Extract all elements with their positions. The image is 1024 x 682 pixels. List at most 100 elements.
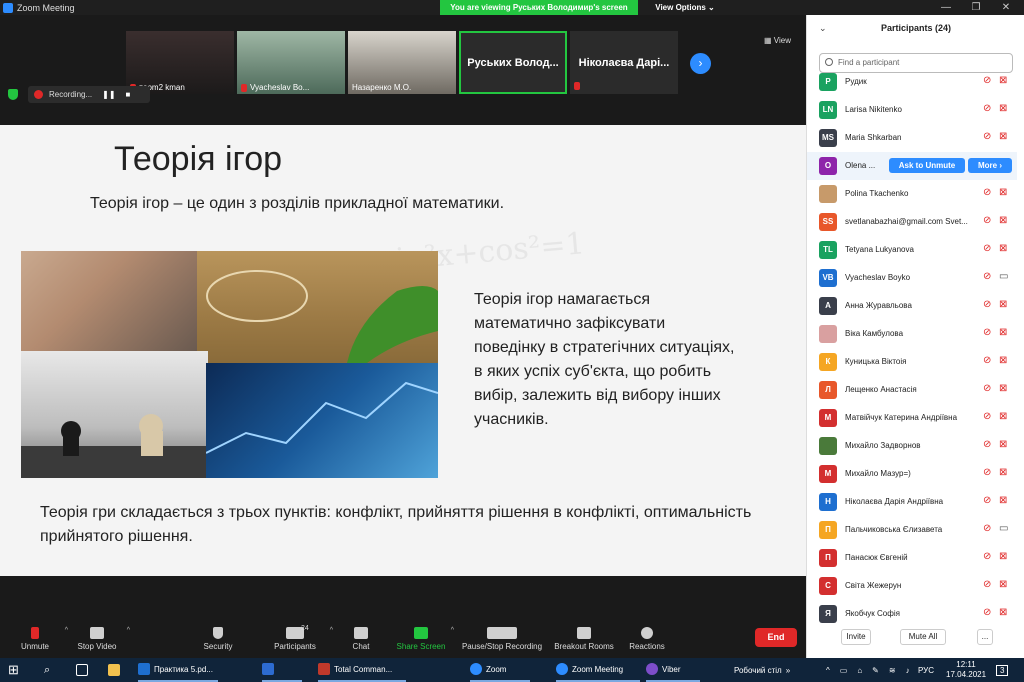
participants-button[interactable]: Participants 24 ^ [255,623,335,658]
participant-row[interactable]: Михайло Задворнов ⊘ ⊠ [807,432,1017,460]
edge-browser-icon [138,663,150,675]
wifi-icon[interactable]: ≋ [889,666,896,675]
reactions-button[interactable]: Reactions [612,623,682,658]
search-taskbar-button[interactable]: ⌕ [44,658,50,682]
task-view-button[interactable] [76,658,88,682]
participant-row[interactable]: С Світа Жежерун ⊘ ⊠ [807,572,1017,600]
participant-row[interactable]: MS Maria Shkarban ⊘ ⊠ [807,124,1017,152]
avatar: Л [819,381,837,399]
desktop-toolbar[interactable]: Робочий стіл » [734,658,790,682]
stop-video-button[interactable]: Stop Video ^ [62,623,132,658]
network-icon[interactable]: ⌂ [857,666,862,675]
participant-row[interactable]: П Панасюк Євгеній ⊘ ⊠ [807,544,1017,572]
participant-row[interactable]: Віка Камбулова ⊘ ⊠ [807,320,1017,348]
robot-face-image [21,251,197,351]
participant-row[interactable]: Polina Tkachenko ⊘ ⊠ [807,180,1017,208]
file-explorer-button[interactable] [108,658,120,682]
volume-icon[interactable]: ♪ [906,666,910,675]
participant-row[interactable]: O Olena ... Ask to Unmute More › [807,152,1017,180]
view-options-button[interactable]: View Options ⌄ [650,0,720,15]
participant-row[interactable]: TL Tetyana Lukyanova ⊘ ⊠ [807,236,1017,264]
avatar: TL [819,241,837,259]
mic-muted-icon: ⊘ [983,439,992,450]
video-on-icon: ▭ [999,271,1009,282]
participants-label: Participants [274,642,316,651]
video-thumbnail[interactable]: Vyacheslav Bo... [237,31,345,94]
more-button[interactable]: More › [968,158,1012,173]
thumbnail-name: Назаренко М.О. [352,83,412,92]
taskbar-item[interactable] [262,658,302,682]
participant-row[interactable]: М Михайло Мазур=) ⊘ ⊠ [807,460,1017,488]
participant-row[interactable]: LN Larisa Nikitenko ⊘ ⊠ [807,96,1017,124]
participant-row[interactable]: Я Якобчук Софія ⊘ ⊠ [807,600,1017,628]
end-meeting-button[interactable]: End [755,628,797,647]
avatar [819,437,837,455]
next-page-button[interactable]: › [690,53,711,74]
participant-row[interactable]: VB Vyacheslav Boyko ⊘ ▭ [807,264,1017,292]
breakout-rooms-button[interactable]: Breakout Rooms [549,623,619,658]
participant-row[interactable]: А Анна Журавльова ⊘ ⊠ [807,292,1017,320]
ask-to-unmute-button[interactable]: Ask to Unmute [889,158,965,173]
video-thumbnail[interactable]: zoom2 kman [126,31,234,94]
video-thumbnail[interactable]: Ніколаєва Дарі... [570,31,678,94]
close-icon[interactable]: ✕ [991,0,1021,15]
participant-row[interactable]: SS svetlanabazhai@gmail.com Svet... ⊘ ⊠ [807,208,1017,236]
avatar: С [819,577,837,595]
taskbar-item[interactable]: Практика 5.pd... [138,658,218,682]
circuit-leaf-image [197,251,438,363]
pen-icon[interactable]: ✎ [872,666,879,675]
video-off-icon: ⊠ [999,579,1008,590]
stop-video-label: Stop Video [77,642,117,651]
avatar: П [819,521,837,539]
participant-name: Larisa Nikitenko [845,105,902,114]
mic-muted-icon [574,82,580,90]
recording-label: Recording... [49,90,93,99]
slide-title: Теорія ігор [114,140,283,178]
invite-button[interactable]: Invite [841,629,871,645]
clock[interactable]: 12:11 17.04.2021 [946,660,986,680]
taskbar-item[interactable]: Total Comman... [318,658,406,682]
video-thumbnail[interactable]: Назаренко М.О. [348,31,456,94]
slide-subtitle: Теорія ігор – це один з розділів приклад… [90,195,505,212]
avatar [819,185,837,203]
participant-name: Olena ... [845,161,876,170]
notification-count: 3 [996,664,1009,676]
chat-bubble-icon [354,627,368,639]
mute-all-button[interactable]: Mute All [900,629,946,645]
zoom-icon [556,663,568,675]
video-off-icon: ⊠ [999,439,1008,450]
maximize-icon[interactable]: ❐ [961,0,991,15]
taskbar-item[interactable]: Viber [646,658,700,682]
more-options-button[interactable]: ... [977,629,993,645]
view-button[interactable]: ▦ View [764,36,791,45]
mic-muted-icon: ⊘ [983,607,992,618]
system-tray[interactable]: ^ ▭ ⌂ ✎ ≋ ♪ [826,658,910,682]
start-button[interactable]: ⊞ [8,658,19,682]
participants-count: 24 [301,625,309,632]
unmute-button[interactable]: Unmute ^ [0,623,70,658]
taskbar-item[interactable]: Zoom Meeting [556,658,640,682]
participant-row[interactable]: Н Ніколаєва Дарія Андріївна ⊘ ⊠ [807,488,1017,516]
notifications-button[interactable]: 3 [996,658,1009,682]
security-button[interactable]: Security [183,623,253,658]
participant-row[interactable]: К Куницька Віктоія ⊘ ⊠ [807,348,1017,376]
taskbar-item[interactable]: Zoom [470,658,530,682]
stop-recording-icon[interactable]: ■ [126,90,131,99]
language-indicator[interactable]: РУС [918,658,934,682]
smiley-icon [641,627,653,639]
pause-stop-recording-button[interactable]: Pause/Stop Recording [458,623,546,658]
share-screen-button[interactable]: Share Screen ^ [386,623,456,658]
mic-muted-icon: ⊘ [983,355,992,366]
minimize-icon[interactable]: — [931,0,961,15]
video-thumbnail-active[interactable]: Руських Волод... [459,31,567,94]
participant-row[interactable]: П Пальчиковська Єлизавета ⊘ ▭ [807,516,1017,544]
participant-row[interactable]: Л Лещенко Анастасія ⊘ ⊠ [807,376,1017,404]
chevron-up-icon[interactable]: ^ [451,627,454,634]
participant-row[interactable]: Р Рудик ⊘ ⊠ [807,68,1017,96]
pause-recording-icon[interactable]: ❚❚ [102,90,115,99]
chevron-up-icon[interactable]: ^ [826,666,830,675]
participant-row[interactable]: М Матвійчук Катерина Андріївна ⊘ ⊠ [807,404,1017,432]
chevron-up-icon[interactable]: ^ [127,627,130,634]
battery-icon[interactable]: ▭ [840,666,848,675]
video-off-icon: ⊠ [999,327,1008,338]
